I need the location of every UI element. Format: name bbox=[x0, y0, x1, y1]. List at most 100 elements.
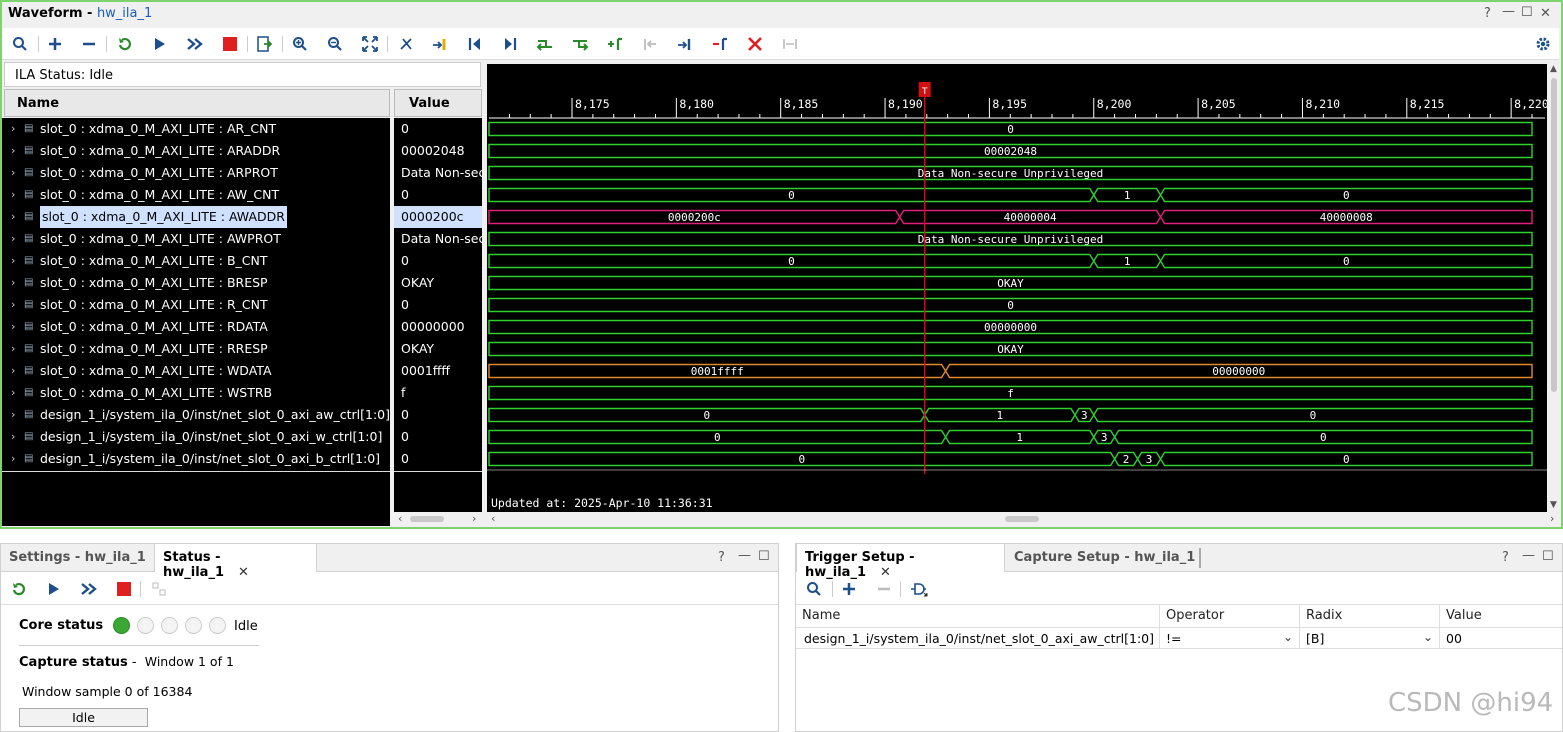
run-all-icon[interactable] bbox=[185, 34, 205, 54]
zoom-fit-icon[interactable] bbox=[360, 34, 380, 54]
waveform-vertical-scrollbar[interactable]: ▲ ▼ bbox=[1548, 64, 1560, 512]
signal-row[interactable]: › ▤ slot_0 : xdma_0_M_AXI_LITE : B_CNT bbox=[2, 250, 390, 272]
signal-row[interactable]: › ▤ slot_0 : xdma_0_M_AXI_LITE : AW_CNT bbox=[2, 184, 390, 206]
signal-name: slot_0 : xdma_0_M_AXI_LITE : RRESP bbox=[40, 341, 268, 356]
run-icon[interactable] bbox=[149, 34, 169, 54]
radix-select[interactable]: [B] ⌄ bbox=[1300, 627, 1440, 649]
zoom-out-icon[interactable] bbox=[325, 34, 345, 54]
signal-row[interactable]: › ▤ slot_0 : xdma_0_M_AXI_LITE : ARADDR bbox=[2, 140, 390, 162]
name-column-header[interactable]: Name bbox=[4, 89, 390, 117]
waveform-value-label: 00000000 bbox=[984, 321, 1037, 334]
refresh-icon[interactable] bbox=[115, 34, 135, 54]
settings-icon[interactable] bbox=[1533, 34, 1553, 54]
bus-icon: ▤ bbox=[24, 167, 34, 178]
chevron-right-icon[interactable]: › bbox=[11, 382, 15, 404]
chevron-right-icon[interactable]: › bbox=[11, 118, 15, 140]
close-icon[interactable]: ✕ bbox=[1540, 6, 1551, 21]
help-icon[interactable]: ? bbox=[718, 550, 725, 565]
signal-row[interactable]: › ▤ design_1_i/system_ila_0/inst/net_slot_… bbox=[2, 404, 390, 426]
search-icon[interactable] bbox=[10, 34, 30, 54]
col-name-header[interactable]: Name bbox=[796, 605, 1160, 627]
waveform-canvas[interactable]: 8,175 8,180 8,185 8,190 8,195 8,200 8,205 8,210… bbox=[487, 64, 1547, 512]
trigger-marker-label: T bbox=[921, 87, 928, 97]
minimize-icon[interactable]: — bbox=[1522, 548, 1535, 563]
chevron-right-icon[interactable]: › bbox=[11, 338, 15, 360]
stop-icon[interactable] bbox=[220, 34, 240, 54]
tab-settings[interactable]: Settings - hw_ila_1 bbox=[1, 544, 154, 572]
bus-icon: ▤ bbox=[24, 365, 34, 376]
signal-value: 0 bbox=[401, 429, 409, 444]
stop-icon[interactable] bbox=[114, 579, 134, 599]
signal-row[interactable]: › ▤ slot_0 : xdma_0_M_AXI_LITE : AWPROT bbox=[2, 228, 390, 250]
col-operator-header[interactable]: Operator bbox=[1160, 605, 1300, 627]
signal-row[interactable]: › ▤ slot_0 : xdma_0_M_AXI_LITE : WSTRB bbox=[2, 382, 390, 404]
add-icon[interactable] bbox=[839, 579, 859, 599]
waveform-value-label: OKAY bbox=[997, 277, 1024, 290]
next-edge-icon[interactable] bbox=[570, 34, 590, 54]
chevron-right-icon[interactable]: › bbox=[11, 250, 15, 272]
delete-icon[interactable] bbox=[745, 34, 765, 54]
col-radix-header[interactable]: Radix bbox=[1300, 605, 1440, 627]
run-all-icon[interactable] bbox=[79, 579, 99, 599]
waveform-value-label: 0 bbox=[1310, 409, 1317, 422]
search-icon[interactable] bbox=[804, 579, 824, 599]
signal-row[interactable]: › ▤ slot_0 : xdma_0_M_AXI_LITE : AR_CNT bbox=[2, 118, 390, 140]
go-end-icon[interactable] bbox=[500, 34, 520, 54]
cursor-icon[interactable] bbox=[396, 34, 416, 54]
signal-row[interactable]: › ▤ slot_0 : xdma_0_M_AXI_LITE : R_CNT bbox=[2, 294, 390, 316]
add-icon[interactable] bbox=[45, 34, 65, 54]
chevron-right-icon[interactable]: › bbox=[11, 228, 15, 250]
help-icon[interactable]: ? bbox=[1502, 550, 1509, 565]
maximize-icon[interactable]: ☐ bbox=[1542, 549, 1554, 564]
waveform-value-label: 1 bbox=[1124, 255, 1131, 268]
refresh-icon[interactable] bbox=[9, 579, 29, 599]
signal-row[interactable]: › ▤ design_1_i/system_ila_0/inst/net_slot_… bbox=[2, 448, 390, 470]
help-icon[interactable]: ? bbox=[1484, 6, 1491, 21]
trigger-probe-name[interactable]: design_1_i/system_ila_0/inst/net_slot_0_… bbox=[796, 627, 1160, 649]
export-icon[interactable] bbox=[254, 34, 274, 54]
signal-row[interactable]: › ▤ slot_0 : xdma_0_M_AXI_LITE : BRESP bbox=[2, 272, 390, 294]
go-start-icon[interactable] bbox=[465, 34, 485, 54]
minimize-icon[interactable]: — bbox=[738, 548, 751, 563]
operator-select[interactable]: != ⌄ bbox=[1160, 627, 1300, 649]
prev-edge-icon[interactable] bbox=[535, 34, 555, 54]
waveform-horizontal-scrollbar[interactable]: ‹ › bbox=[487, 512, 1554, 526]
value-column-header[interactable]: Value bbox=[394, 89, 482, 117]
tab-trigger-setup[interactable]: Trigger Setup - hw_ila_1 ✕ bbox=[796, 544, 1005, 580]
chevron-right-icon[interactable]: › bbox=[11, 184, 15, 206]
value-scrollbar[interactable]: ‹ › bbox=[394, 512, 482, 526]
chevron-right-icon[interactable]: › bbox=[11, 360, 15, 382]
maximize-icon[interactable]: ☐ bbox=[1521, 5, 1533, 20]
run-icon[interactable] bbox=[43, 579, 63, 599]
minimize-icon[interactable]: — bbox=[1502, 4, 1515, 19]
signal-row[interactable]: › ▤ slot_0 : xdma_0_M_AXI_LITE : RDATA bbox=[2, 316, 390, 338]
next-marker-icon[interactable] bbox=[675, 34, 695, 54]
add-marker-icon[interactable] bbox=[430, 34, 450, 54]
maximize-icon[interactable]: ☐ bbox=[758, 549, 770, 564]
remove-icon[interactable] bbox=[79, 34, 99, 54]
signal-value: 00002048 bbox=[401, 143, 465, 158]
tab-capture-setup[interactable]: Capture Setup - hw_ila_1 bbox=[1006, 544, 1203, 572]
signal-row[interactable]: › ▤ slot_0 : xdma_0_M_AXI_LITE : WDATA bbox=[2, 360, 390, 382]
chevron-right-icon[interactable]: › bbox=[11, 404, 15, 426]
chevron-right-icon[interactable]: › bbox=[11, 426, 15, 448]
signal-row[interactable]: › ▤ design_1_i/system_ila_0/inst/net_slot_… bbox=[2, 426, 390, 448]
waveform-value-label: 2 bbox=[1123, 453, 1130, 466]
remove-marker-icon[interactable] bbox=[710, 34, 730, 54]
col-value-header[interactable]: Value bbox=[1440, 605, 1562, 627]
signal-row[interactable]: › ▤ slot_0 : xdma_0_M_AXI_LITE : RRESP bbox=[2, 338, 390, 360]
add-marker2-icon[interactable] bbox=[605, 34, 625, 54]
chevron-right-icon[interactable]: › bbox=[11, 206, 15, 228]
trigger-condition-icon[interactable] bbox=[909, 579, 929, 599]
chevron-right-icon[interactable]: › bbox=[11, 448, 15, 470]
chevron-right-icon[interactable]: › bbox=[11, 162, 15, 184]
chevron-right-icon[interactable]: › bbox=[11, 294, 15, 316]
chevron-right-icon[interactable]: › bbox=[11, 316, 15, 338]
trigger-value-field[interactable]: 00 bbox=[1440, 627, 1562, 649]
signal-row[interactable]: › ▤ slot_0 : xdma_0_M_AXI_LITE : AWADDR bbox=[2, 206, 390, 228]
chevron-right-icon[interactable]: › bbox=[11, 272, 15, 294]
signal-row[interactable]: › ▤ slot_0 : xdma_0_M_AXI_LITE : ARPROT bbox=[2, 162, 390, 184]
chevron-right-icon[interactable]: › bbox=[11, 140, 15, 162]
tab-status[interactable]: Status - hw_ila_1 ✕ bbox=[154, 544, 317, 580]
zoom-in-icon[interactable] bbox=[290, 34, 310, 54]
